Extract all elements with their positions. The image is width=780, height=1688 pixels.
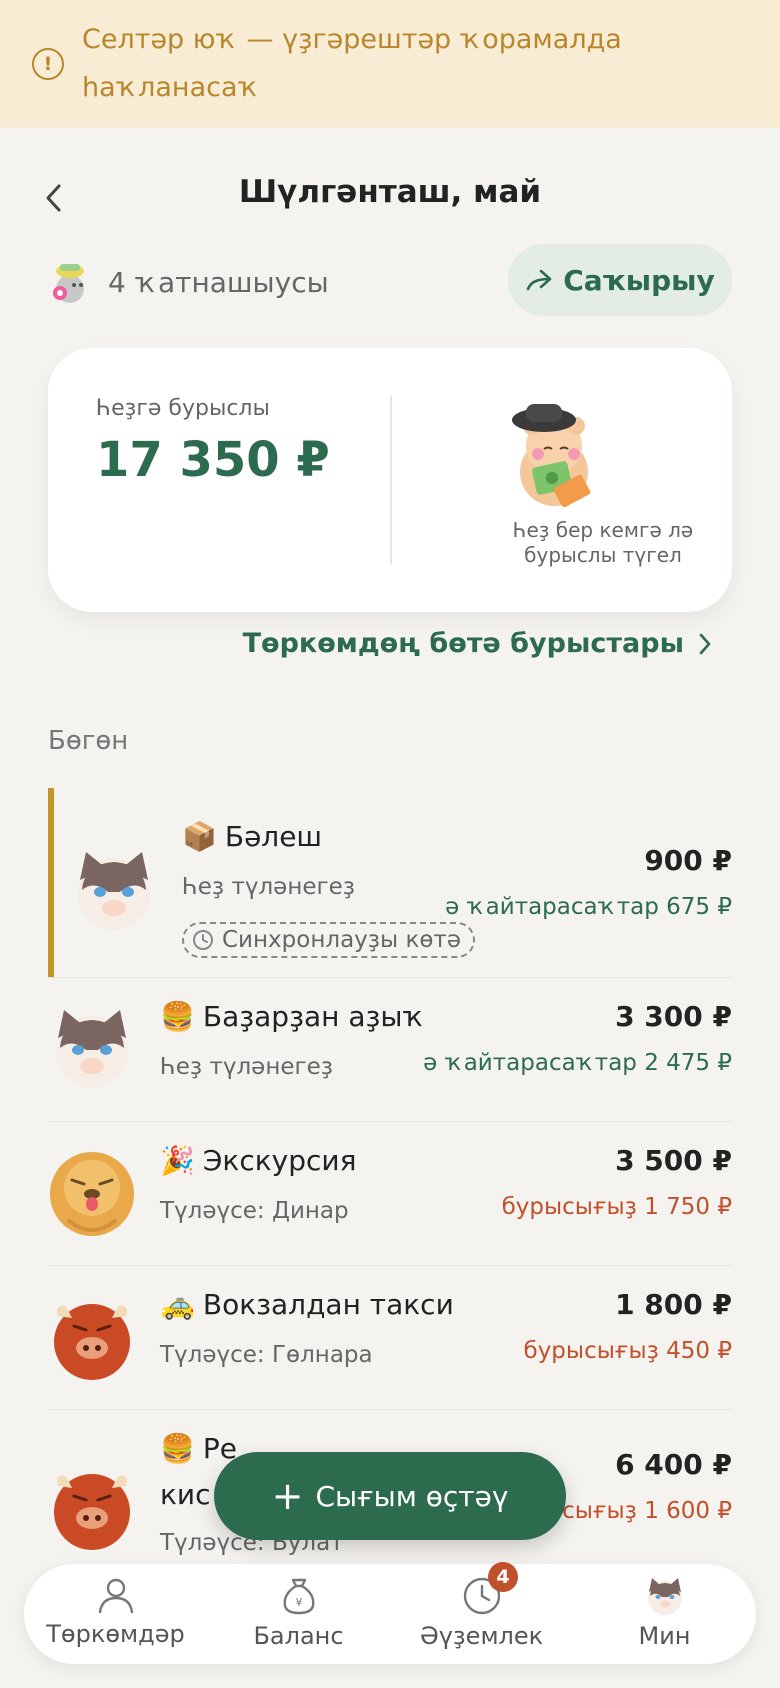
- balance-amount: 17 350 ₽: [96, 432, 330, 488]
- cat-avatar-icon: [56, 1010, 128, 1088]
- burger-icon: 🍔: [160, 1432, 195, 1465]
- people-icon: [98, 1578, 133, 1614]
- nav-label-balance: Баланс: [253, 1622, 344, 1650]
- bottom-nav: Төркөмдәр ¥ Баланс Әүҙемлек 4 Мин: [24, 1562, 756, 1664]
- clock-icon: [193, 930, 213, 950]
- group-avatar-icon: [53, 264, 84, 303]
- expense-title-line2: кис: [160, 1478, 211, 1511]
- bull-avatar-icon: [54, 1304, 130, 1380]
- add-expense-label: Сығым өҫтәү: [315, 1479, 509, 1513]
- expense-status: бурысығыҙ 450 ₽: [523, 1338, 732, 1364]
- taxi-icon: 🚕: [160, 1288, 195, 1321]
- expense-status: ә ҡайтарасаҡтар 675 ₽: [445, 894, 732, 920]
- expense-amount: 3 500 ₽: [615, 1144, 732, 1177]
- expense-amount: 1 800 ₽: [615, 1288, 732, 1321]
- nav-label-me: Мин: [638, 1622, 691, 1650]
- expense-payer: Һеҙ түләнегеҙ: [160, 1054, 333, 1080]
- nav-label-events: Әүҙемлек: [419, 1622, 544, 1650]
- bull-avatar-icon: [54, 1474, 130, 1550]
- expense-payer: Түләүсе: Динар: [160, 1198, 349, 1224]
- participants-link[interactable]: 4 ҡатнашыусы: [48, 254, 329, 310]
- all-group-debts-label: Төркөмдөң бөтә бурыстары: [242, 628, 684, 659]
- expense-title: 🍔 Ре: [160, 1432, 237, 1465]
- burger-icon: 🍔: [160, 1000, 195, 1033]
- expense-title: 🎉 Экскурсия: [160, 1144, 357, 1177]
- expense-amount: 6 400 ₽: [615, 1448, 732, 1481]
- package-icon: 📦: [182, 820, 217, 853]
- cat-avatar-icon: [78, 852, 150, 930]
- expense-status: ә ҡайтарасаҡтар 2 475 ₽: [423, 1050, 732, 1076]
- cat-avatar-icon: [647, 1578, 682, 1615]
- section-header-today: Бөгөн: [48, 726, 129, 756]
- plus-icon: +: [271, 1474, 304, 1518]
- expense-row[interactable]: 📦 Бәлеш Һеҙ түләнегеҙ Синхронлауҙы көтә 9…: [48, 788, 732, 978]
- share-icon: [526, 269, 552, 291]
- money-bag-icon: ¥: [283, 1578, 314, 1615]
- all-group-debts-link[interactable]: Төркөмдөң бөтә бурыстары: [243, 628, 712, 659]
- balance-label: Һеҙгә бурыслы: [96, 396, 270, 421]
- expense-payer: Һеҙ түләнегеҙ: [182, 874, 355, 900]
- balance-note: Һеҙ бер кемгә лә бурыслы түгел: [512, 518, 694, 567]
- nav-tab-events[interactable]: Әүҙемлек: [390, 1576, 573, 1660]
- party-icon: 🎉: [160, 1144, 195, 1177]
- invite-button[interactable]: Саҡырыу: [508, 244, 732, 316]
- expense-row[interactable]: 🍔 Баҙарҙан аҙыҡ Һеҙ түләнегеҙ 3 300 ₽ ә ҡ…: [48, 978, 732, 1122]
- bear-mascot-icon: [512, 404, 591, 508]
- balance-card: Һеҙгә бурыслы 17 350 ₽ Һеҙ бер кемгә лә …: [48, 348, 732, 612]
- expense-amount: 900 ₽: [644, 844, 732, 877]
- page-header: Шүлгәнташ, май: [0, 168, 780, 230]
- expense-title: 📦 Бәлеш: [182, 820, 323, 853]
- nav-label-groups: Төркөмдәр: [46, 1620, 185, 1648]
- expense-row[interactable]: 🚕 Вокзалдан такси Түләүсе: Гөлнара 1 800 …: [48, 1266, 732, 1410]
- warning-icon: !: [32, 48, 64, 80]
- offline-banner-text: Селтәр юҡ — үҙгәрештәр ҡорамалда һаҡлана…: [82, 24, 622, 103]
- notification-badge: 4: [488, 1562, 518, 1592]
- svg-text:¥: ¥: [295, 1596, 302, 1609]
- page-title: Шүлгәнташ, май: [238, 174, 542, 210]
- invite-label: Саҡырыу: [563, 263, 715, 297]
- participants-count: 4 ҡатнашыусы: [108, 265, 329, 299]
- nav-tab-groups[interactable]: Төркөмдәр: [24, 1576, 207, 1660]
- offline-banner: ! Селтәр юҡ — үҙгәрештәр ҡорамалда һаҡла…: [0, 0, 780, 128]
- expense-row[interactable]: 🎉 Экскурсия Түләүсе: Динар 3 500 ₽ бурысы…: [48, 1122, 732, 1266]
- balance-divider: [390, 396, 392, 564]
- expense-payer: Түләүсе: Гөлнара: [160, 1342, 373, 1368]
- expense-title: 🚕 Вокзалдан такси: [160, 1288, 454, 1321]
- chevron-right-icon: [699, 633, 711, 654]
- expense-amount: 3 300 ₽: [615, 1000, 732, 1033]
- sync-pending-chip: Синхронлауҙы көтә: [182, 922, 475, 958]
- add-expense-button[interactable]: + Сығым өҫтәү: [214, 1452, 566, 1540]
- dog-avatar-icon: [50, 1152, 134, 1236]
- expense-title: 🍔 Баҙарҙан аҙыҡ: [160, 1000, 426, 1033]
- nav-tab-balance[interactable]: ¥ Баланс: [207, 1576, 390, 1660]
- nav-tab-me[interactable]: Мин: [573, 1576, 756, 1660]
- expense-status: бурысығыҙ 1 750 ₽: [501, 1194, 732, 1220]
